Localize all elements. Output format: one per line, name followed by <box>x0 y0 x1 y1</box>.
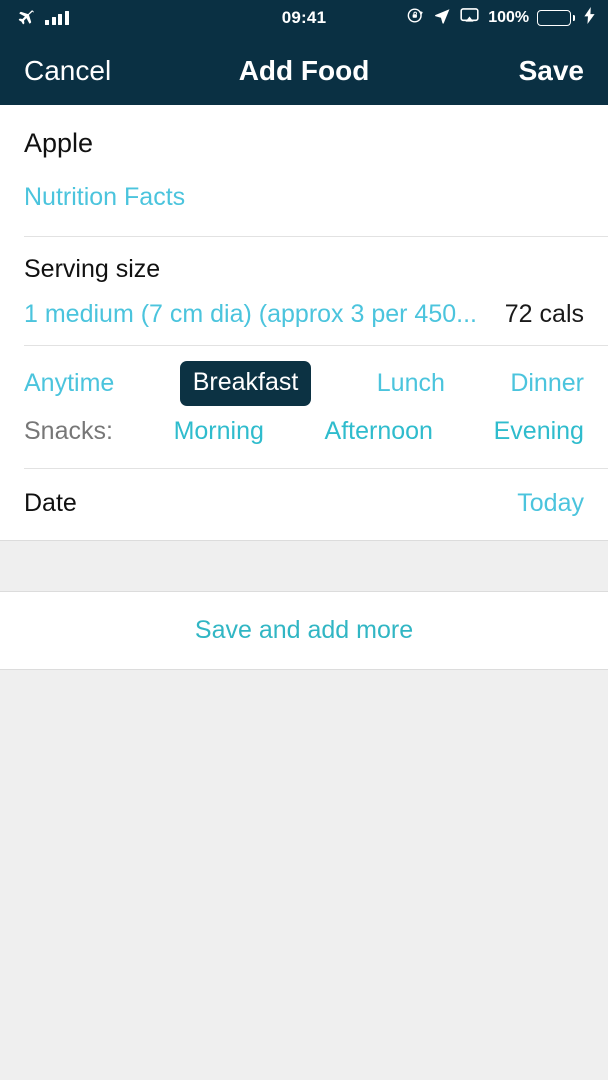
snack-option-morning[interactable]: Morning <box>174 417 264 446</box>
clock-time: 09:41 <box>281 8 327 27</box>
food-name: Apple <box>24 128 94 158</box>
battery-percent-label: 100% <box>488 9 530 26</box>
meal-option-breakfast[interactable]: Breakfast <box>179 361 312 407</box>
page-title: Add Food <box>238 54 370 86</box>
save-button[interactable]: Save <box>519 55 584 87</box>
snack-option-evening[interactable]: Evening <box>494 417 584 446</box>
date-label: Date <box>24 488 77 517</box>
navigation-bar: Cancel Add Food Save <box>0 36 608 105</box>
meal-row-primary: Anytime Breakfast Lunch Dinner <box>24 361 584 407</box>
nutrition-facts-link[interactable]: Nutrition Facts <box>24 183 185 212</box>
section-gap <box>0 539 608 592</box>
serving-size-value-row: 1 medium (7 cm dia) (approx 3 per 450...… <box>24 300 584 329</box>
calories-value: 72 cals <box>504 299 584 328</box>
location-arrow-icon <box>433 7 451 30</box>
save-and-add-more-label: Save and add more <box>194 615 414 644</box>
form-sheet: Apple Nutrition Facts Serving size 1 med… <box>0 105 608 540</box>
status-bar-right: 100% <box>406 0 596 36</box>
app-screen: 09:41 100% Cancel Add Food Save Apple Nu… <box>0 0 608 1080</box>
status-bar: 09:41 100% <box>0 0 608 36</box>
food-header: Apple Nutrition Facts <box>0 105 608 236</box>
date-row[interactable]: Date Today <box>0 469 608 540</box>
rotation-lock-icon <box>406 6 425 30</box>
save-and-add-more-button[interactable]: Save and add more <box>0 591 608 670</box>
meal-option-dinner[interactable]: Dinner <box>510 369 584 398</box>
date-value[interactable]: Today <box>517 489 584 518</box>
meal-option-anytime[interactable]: Anytime <box>24 369 114 398</box>
snack-option-afternoon[interactable]: Afternoon <box>325 417 433 446</box>
serving-size-row[interactable]: Serving size 1 medium (7 cm dia) (approx… <box>0 237 608 345</box>
serving-size-value[interactable]: 1 medium (7 cm dia) (approx 3 per 450... <box>24 300 491 329</box>
meal-row-snacks: Snacks: Morning Afternoon Evening <box>24 410 584 454</box>
serving-size-label: Serving size <box>24 254 161 283</box>
airplay-icon <box>459 5 480 31</box>
snacks-label: Snacks: <box>24 417 113 446</box>
lightning-bolt-icon <box>583 7 596 29</box>
battery-icon <box>537 10 575 26</box>
meal-selector: Anytime Breakfast Lunch Dinner Snacks: M… <box>0 346 608 468</box>
meal-option-lunch[interactable]: Lunch <box>377 369 445 398</box>
